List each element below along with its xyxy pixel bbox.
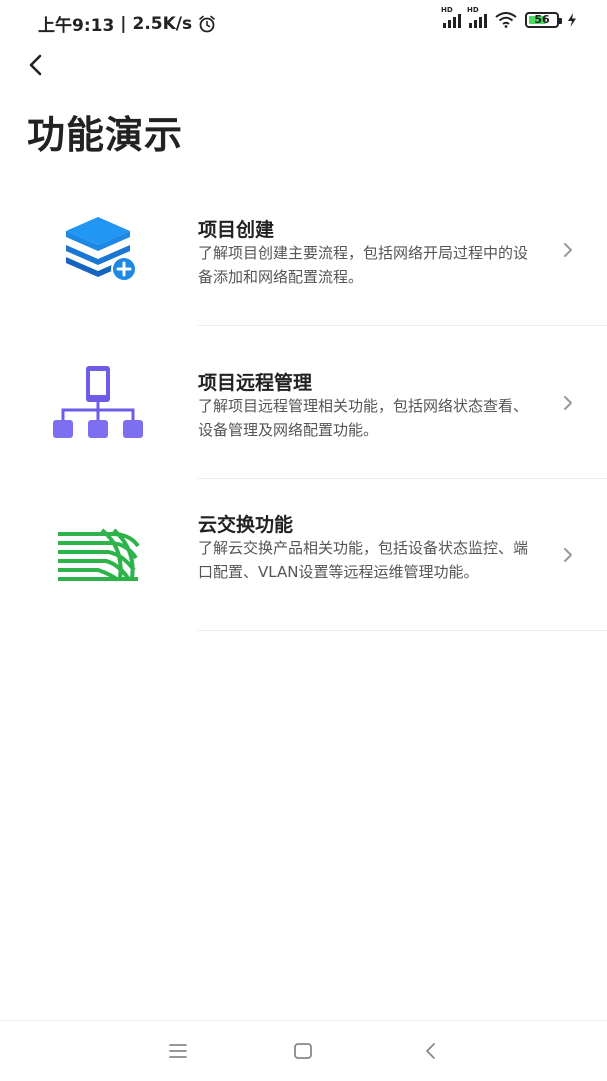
- feature-description: 了解云交换产品相关功能，包括设备状态监控、端口配置、VLAN设置等远程运维管理功…: [198, 539, 529, 581]
- back-button[interactable]: [22, 50, 52, 80]
- feature-item-project-create[interactable]: 项目创建 了解项目创建主要流程，包括网络开局过程中的设备添加和网络配置流程。: [0, 175, 607, 326]
- chevron-right-icon: [564, 548, 572, 562]
- status-time: 上午9:13: [38, 16, 115, 36]
- feature-title: 云交换功能: [198, 514, 294, 536]
- network-speed: 2.5K/s: [132, 13, 193, 34]
- status-left: 上午9:13 | 2.5K/s: [38, 11, 216, 36]
- charging-icon: [568, 13, 576, 27]
- status-separator: |: [120, 13, 127, 34]
- divider: [198, 630, 607, 631]
- menu-icon[interactable]: [166, 1039, 190, 1063]
- battery-icon: 56: [525, 12, 562, 28]
- feature-description: 了解项目远程管理相关功能，包括网络状态查看、设备管理及网络配置功能。: [198, 397, 529, 439]
- signal-icon-2: HD: [467, 6, 487, 28]
- feature-title: 项目创建: [198, 219, 275, 241]
- system-nav-bar: [0, 1020, 607, 1081]
- alarm-clock-icon: [199, 15, 215, 32]
- chevron-right-icon: [564, 243, 572, 257]
- feature-title: 项目远程管理: [198, 372, 313, 394]
- nav-back-icon[interactable]: [419, 1039, 443, 1063]
- feature-item-remote-management[interactable]: 项目远程管理 了解项目远程管理相关功能，包括网络状态查看、设备管理及网络配置功能…: [0, 328, 607, 479]
- wifi-icon: [495, 12, 517, 28]
- divider: [198, 325, 607, 326]
- page-title: 功能演示: [27, 113, 184, 157]
- feature-item-cloud-switch[interactable]: 云交换功能 了解云交换产品相关功能，包括设备状态监控、端口配置、VLAN设置等远…: [0, 480, 607, 631]
- chevron-left-icon: [29, 54, 42, 76]
- chevron-right-icon: [564, 396, 572, 410]
- divider: [198, 478, 607, 479]
- status-bar: 上午9:13 | 2.5K/s HD HD 56: [0, 0, 607, 44]
- signal-icon: HD: [441, 6, 461, 28]
- battery-level: 56: [534, 13, 550, 26]
- cloud-switch-icon: [58, 528, 140, 582]
- feature-description: 了解项目创建主要流程，包括网络开局过程中的设备添加和网络配置流程。: [198, 244, 529, 286]
- remote-network-icon: [53, 366, 143, 438]
- layers-add-icon: [66, 217, 137, 282]
- home-icon[interactable]: [291, 1039, 315, 1063]
- status-right: HD HD 56: [441, 6, 577, 28]
